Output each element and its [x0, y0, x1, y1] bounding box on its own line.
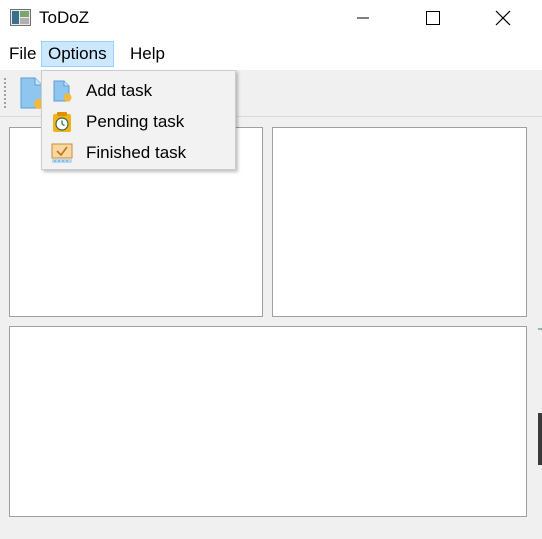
menu-item-finished-task[interactable]: Finished task — [42, 138, 235, 168]
minimize-icon — [357, 17, 369, 19]
splitter-handle[interactable] — [538, 328, 542, 330]
window-title: ToDoZ — [39, 8, 90, 27]
add-task-icon — [51, 80, 73, 102]
menu-item-add-task[interactable]: Add task — [42, 76, 235, 106]
menu-options[interactable]: Options — [41, 41, 114, 67]
pending-clock-icon — [51, 111, 73, 133]
menu-item-label: Finished task — [86, 143, 187, 162]
minimize-button[interactable] — [340, 0, 386, 36]
bottom-panel[interactable] — [9, 326, 527, 517]
menu-bar: File Options Help — [0, 36, 542, 70]
toolbar-grip[interactable] — [4, 78, 8, 108]
close-button[interactable] — [480, 0, 526, 36]
menu-item-label: Add task — [86, 81, 153, 100]
menu-file[interactable]: File — [2, 41, 43, 67]
app-window-icon — [10, 9, 31, 26]
menu-item-pending-task[interactable]: Pending task — [42, 107, 235, 137]
close-icon — [495, 10, 511, 26]
maximize-icon — [426, 11, 440, 25]
menu-item-label: Pending task — [86, 112, 185, 131]
finished-check-icon — [51, 142, 73, 164]
menu-help[interactable]: Help — [123, 41, 172, 67]
title-bar: ToDoZ — [0, 0, 542, 36]
options-dropdown-menu: Add task Pending task Finished task — [41, 70, 236, 170]
maximize-button[interactable] — [410, 0, 456, 36]
scrollbar-thumb[interactable] — [538, 413, 542, 465]
top-right-panel[interactable] — [272, 127, 527, 317]
